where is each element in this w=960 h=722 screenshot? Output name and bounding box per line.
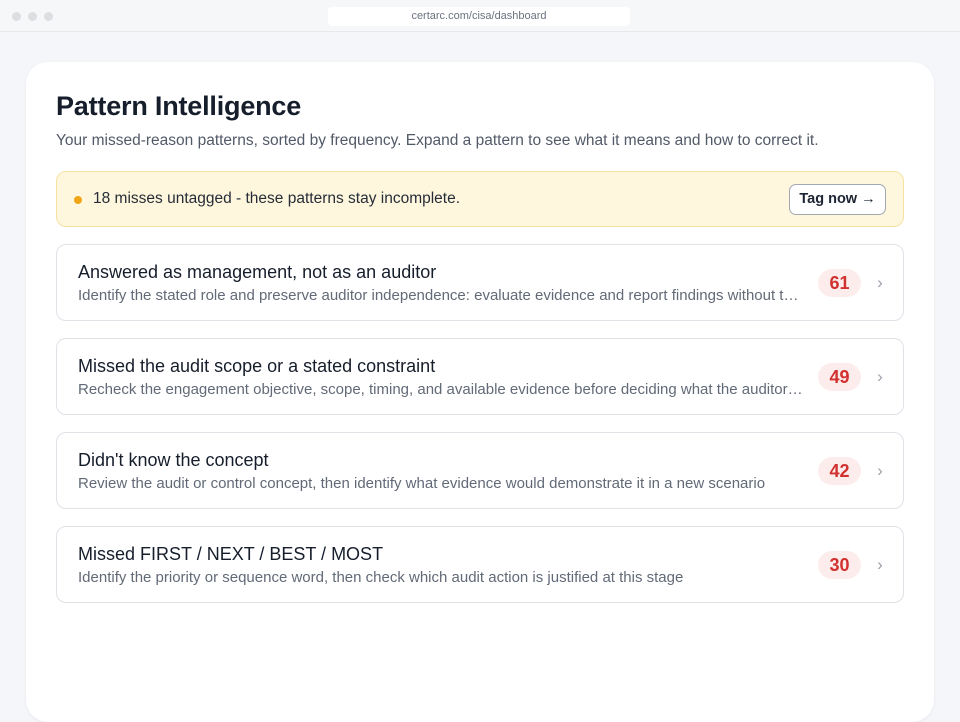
window-maximize-dot[interactable] <box>44 12 53 21</box>
untagged-warning-banner: 18 misses untagged - these patterns stay… <box>56 171 904 227</box>
miss-count-badge: 30 <box>818 551 861 579</box>
pattern-item[interactable]: Missed FIRST / NEXT / BEST / MOST Identi… <box>56 526 904 603</box>
banner-message: 18 misses untagged - these patterns stay… <box>93 190 461 207</box>
warning-dot-icon <box>74 196 82 204</box>
pattern-title: Didn't know the concept <box>78 450 269 470</box>
pattern-description: Identify the stated role and preserve au… <box>78 287 806 304</box>
pattern-list: Answered as management, not as an audito… <box>56 244 904 620</box>
miss-count-badge: 42 <box>818 457 861 485</box>
miss-count-badge: 61 <box>818 269 861 297</box>
pattern-title: Answered as management, not as an audito… <box>78 262 437 282</box>
chevron-right-icon[interactable]: › <box>873 365 887 389</box>
page-subtitle: Your missed-reason patterns, sorted by f… <box>56 132 819 149</box>
window-close-dot[interactable] <box>12 12 21 21</box>
chevron-right-icon[interactable]: › <box>873 271 887 295</box>
pattern-title: Missed FIRST / NEXT / BEST / MOST <box>78 544 384 564</box>
miss-count-badge: 49 <box>818 363 861 391</box>
pattern-item[interactable]: Missed the audit scope or a stated const… <box>56 338 904 415</box>
tag-now-button[interactable]: Tag now → <box>789 184 886 215</box>
address-bar[interactable]: certarc.com/cisa/dashboard <box>328 7 630 26</box>
pattern-description: Identify the priority or sequence word, … <box>78 569 684 586</box>
pattern-title: Missed the audit scope or a stated const… <box>78 356 436 376</box>
pattern-item[interactable]: Didn't know the concept Review the audit… <box>56 432 904 509</box>
window-minimize-dot[interactable] <box>28 12 37 21</box>
main-card: Pattern Intelligence Your missed-reason … <box>26 62 934 722</box>
page-title: Pattern Intelligence <box>56 91 302 121</box>
pattern-item[interactable]: Answered as management, not as an audito… <box>56 244 904 321</box>
browser-toolbar: certarc.com/cisa/dashboard <box>0 0 960 32</box>
pattern-description: Recheck the engagement objective, scope,… <box>78 381 806 398</box>
chevron-right-icon[interactable]: › <box>873 459 887 483</box>
chevron-right-icon[interactable]: › <box>873 553 887 577</box>
pattern-description: Review the audit or control concept, the… <box>78 475 766 492</box>
